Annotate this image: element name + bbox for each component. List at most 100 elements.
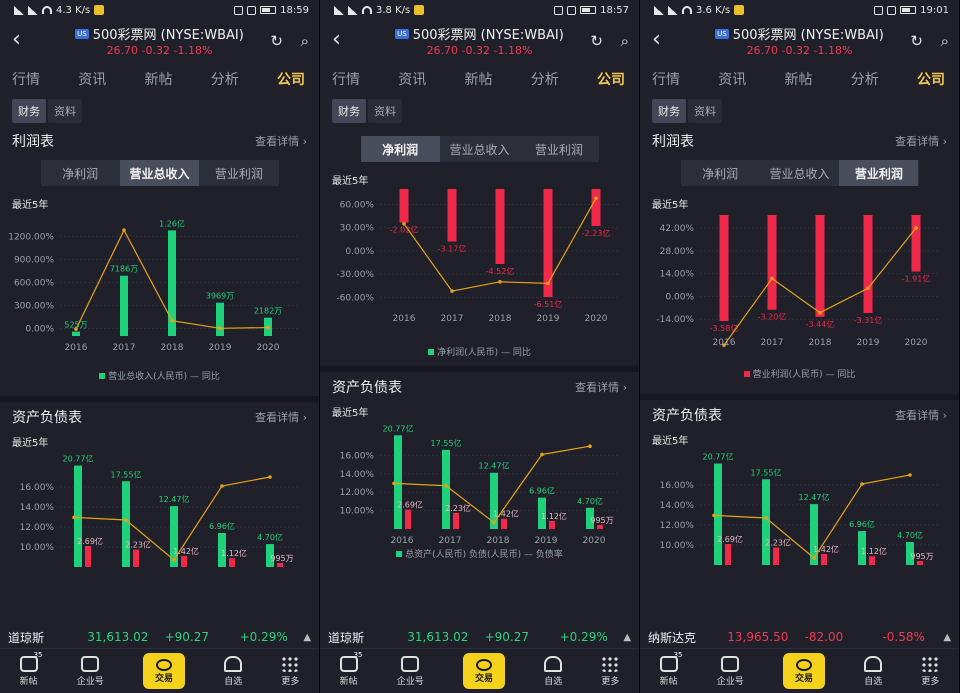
segment-operating-profit[interactable]: 营业利润 [199, 160, 278, 186]
view-details-link[interactable]: 查看详情 › [895, 407, 947, 423]
tab-market[interactable]: 行情 [12, 69, 40, 89]
refresh-icon[interactable]: ↻ [590, 32, 603, 50]
segment-operating-profit[interactable]: 营业利润 [519, 136, 598, 162]
index-value: 31,613.02 [407, 630, 469, 644]
subtab-profile[interactable]: 资料 [48, 99, 82, 123]
tab-news[interactable]: 资讯 [78, 69, 106, 89]
refresh-icon[interactable]: ↻ [270, 32, 283, 50]
bottom-nav-posts[interactable]: 35 新帖 [339, 651, 363, 687]
bar-debt [405, 509, 411, 529]
debt-ratio-point [444, 483, 448, 488]
segment-net-profit[interactable]: 净利润 [681, 160, 760, 186]
tab-posts[interactable]: 新帖 [145, 69, 173, 89]
yoy-point [266, 325, 270, 330]
segment-net-profit[interactable]: 净利润 [41, 160, 120, 186]
tab-news[interactable]: 资讯 [718, 69, 746, 89]
bar-debt [85, 545, 91, 567]
tab-market[interactable]: 行情 [332, 69, 360, 89]
bottom-nav-more[interactable]: 更多 [281, 655, 299, 687]
y-tick-label: 14.00% [340, 470, 375, 480]
index-ticker[interactable]: 纳斯达克 13,965.50 -82.00 -0.58% ▲ [640, 626, 959, 648]
bottom-nav-watchlist[interactable]: 自选 [864, 655, 882, 687]
subtab-finance[interactable]: 财务 [12, 99, 46, 123]
search-icon[interactable]: ⌕ [301, 32, 309, 50]
bar-debt [453, 512, 459, 529]
view-details-link[interactable]: 查看详情 › [255, 409, 307, 425]
signal-icon [668, 5, 678, 15]
subtab-profile[interactable]: 资料 [368, 99, 402, 123]
bottom-nav-trade[interactable]: 交易 [143, 653, 185, 689]
bar-loss [863, 215, 873, 314]
subtab-finance[interactable]: 财务 [332, 99, 366, 123]
tab-company[interactable]: 公司 [917, 69, 945, 89]
bottom-nav-label: 交易 [154, 673, 173, 684]
segment-revenue[interactable]: 营业总收入 [119, 160, 200, 186]
bottom-nav-posts[interactable]: 35 新帖 [659, 651, 683, 687]
bottom-nav-enterprise[interactable]: 企业号 [397, 655, 424, 687]
view-details-link[interactable]: 查看详情 › [255, 133, 307, 149]
view-details-link[interactable]: 查看详情 › [575, 379, 627, 395]
bottom-nav-more[interactable]: 更多 [601, 655, 619, 687]
index-percent: -0.58% [882, 630, 925, 644]
legend-swatch [428, 349, 435, 355]
segment-net-profit[interactable]: 净利润 [360, 136, 440, 162]
balance-sheet-header: 资产负债表 查看详情 › [640, 400, 959, 430]
view-details-link[interactable]: 查看详情 › [895, 133, 947, 149]
balance-sheet-title: 资产负债表 [652, 408, 722, 424]
segment-revenue[interactable]: 营业总收入 [440, 136, 519, 162]
bottom-nav-trade[interactable]: 交易 [783, 653, 825, 689]
bar-label: -2.23亿 [582, 228, 611, 238]
expand-chevron-icon[interactable]: ▲ [303, 632, 311, 643]
tab-market[interactable]: 行情 [652, 69, 680, 89]
balance-chart: 10.00% 12.00% 14.00% 16.00% 20.77亿 2.69亿 17.55… [660, 452, 940, 565]
tab-analysis[interactable]: 分析 [851, 69, 879, 89]
trade-icon [796, 658, 812, 671]
bottom-nav-posts[interactable]: 35 新帖 [19, 651, 43, 687]
sub-tabs: 财务 资料 [640, 96, 959, 126]
expand-chevron-icon[interactable]: ▲ [623, 632, 631, 643]
tab-posts[interactable]: 新帖 [465, 69, 493, 89]
bar-label: 2182万 [254, 307, 282, 316]
segment-revenue[interactable]: 营业总收入 [760, 160, 839, 186]
bar-label: 7186万 [110, 265, 138, 274]
income-statement-header: 利润表 查看详情 › [0, 126, 319, 156]
x-tick-label: 2019 [857, 338, 880, 348]
subtab-profile[interactable]: 资料 [688, 99, 722, 123]
subtab-finance[interactable]: 财务 [652, 99, 686, 123]
search-icon[interactable]: ⌕ [941, 32, 949, 50]
tab-news[interactable]: 资讯 [398, 69, 426, 89]
yoy-point [74, 327, 78, 331]
tab-posts[interactable]: 新帖 [785, 69, 813, 89]
bar-label: 995万 [270, 554, 293, 563]
bottom-nav-more[interactable]: 更多 [921, 655, 939, 687]
battery-icon [260, 6, 277, 14]
tab-company[interactable]: 公司 [277, 69, 305, 89]
bar-debt [869, 556, 875, 565]
nav-bar: ‹ US 500彩票网 (NYSE:WBAI) 26.70 -0.32 -1.18… [320, 20, 639, 62]
balance-sheet-header: 资产负债表 查看详情 › [0, 402, 319, 432]
bar-debt [773, 547, 779, 565]
bottom-nav-watchlist[interactable]: 自选 [224, 655, 242, 687]
bottom-nav-enterprise[interactable]: 企业号 [77, 655, 104, 687]
expand-chevron-icon[interactable]: ▲ [943, 632, 951, 643]
segment-operating-profit[interactable]: 营业利润 [839, 160, 919, 186]
index-ticker[interactable]: 道琼斯 31,613.02 +90.27 +0.29% ▲ [320, 626, 639, 648]
bar-label: 6.96亿 [529, 486, 555, 496]
y-tick-label: 14.00% [660, 270, 695, 280]
index-ticker[interactable]: 道琼斯 31,613.02 +90.27 +0.29% ▲ [0, 626, 319, 648]
x-tick-label: 2016 [65, 343, 88, 353]
debt-ratio-point [764, 516, 768, 520]
x-tick-label: 2018 [809, 338, 832, 348]
bar-loss [767, 215, 777, 310]
bottom-nav-enterprise[interactable]: 企业号 [717, 655, 744, 687]
tab-analysis[interactable]: 分析 [531, 69, 559, 89]
tab-analysis[interactable]: 分析 [211, 69, 239, 89]
tab-company[interactable]: 公司 [597, 69, 625, 89]
bar-label: 2.23亿 [445, 503, 471, 513]
refresh-icon[interactable]: ↻ [910, 32, 923, 50]
search-icon[interactable]: ⌕ [621, 32, 629, 50]
signal-icon [334, 5, 344, 15]
bottom-nav-watchlist[interactable]: 自选 [544, 655, 562, 687]
legend-text: 净利润(人民币) — 同比 [437, 348, 531, 358]
bottom-nav-trade[interactable]: 交易 [463, 653, 505, 689]
